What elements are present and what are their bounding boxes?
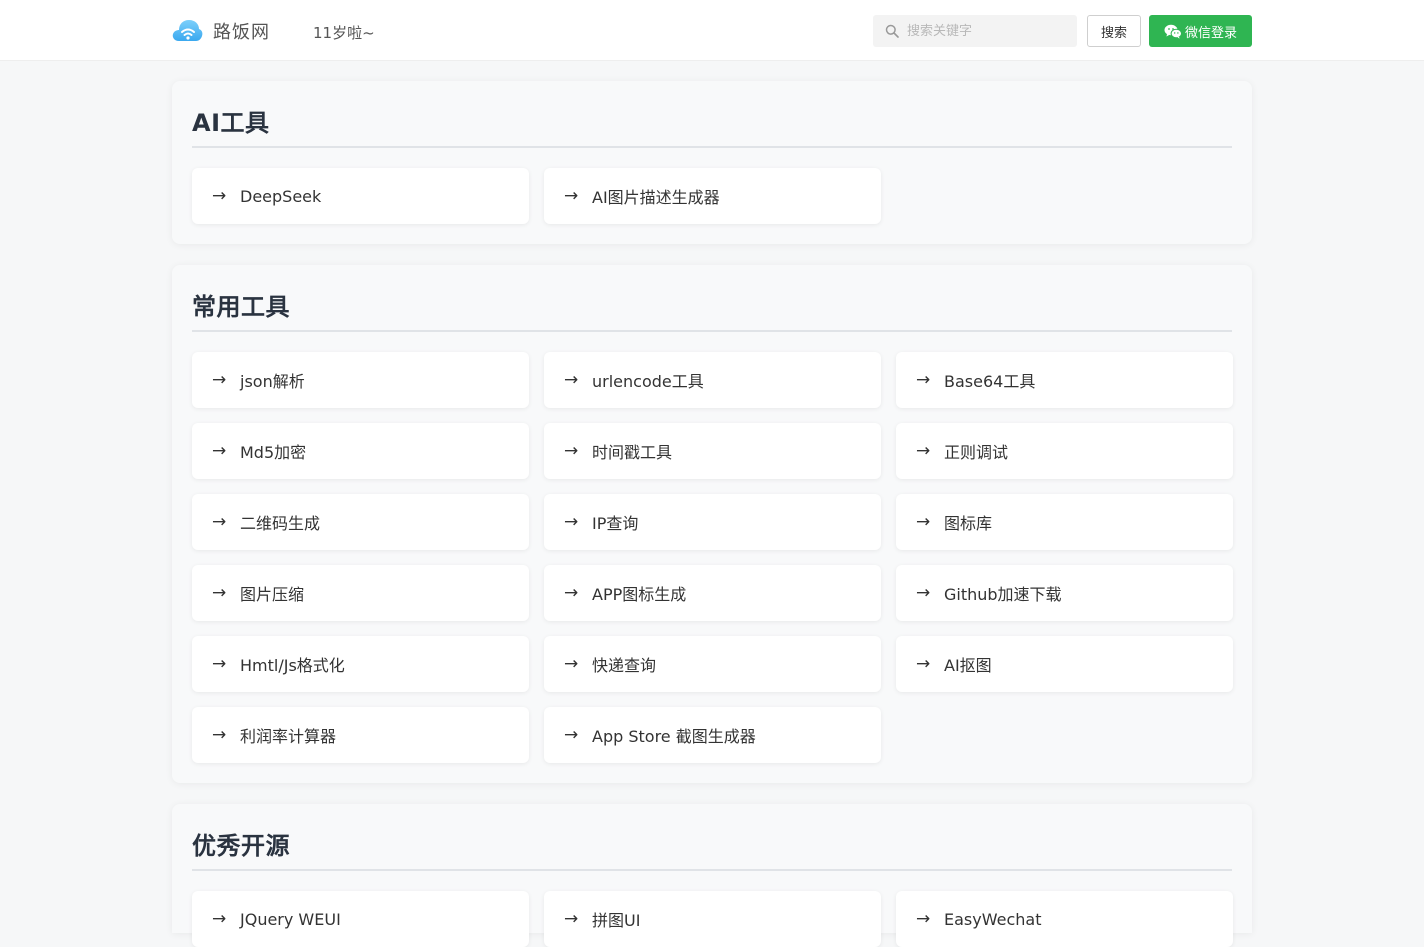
tool-card[interactable]: → AI抠图: [896, 636, 1233, 692]
arrow-right-icon: →: [212, 654, 227, 674]
arrow-right-icon: →: [212, 583, 227, 603]
tool-label: 拼图UI: [592, 911, 641, 930]
arrow-right-icon: →: [212, 725, 227, 745]
site-logo[interactable]: 路饭网: [171, 14, 270, 47]
tool-grid: → JQuery WEUI → 拼图UI → EasyWechat: [192, 891, 1233, 947]
arrow-right-icon: →: [212, 186, 227, 206]
arrow-right-icon: →: [212, 512, 227, 532]
arrow-right-icon: →: [564, 186, 579, 206]
tool-card[interactable]: → Md5加密: [192, 423, 529, 479]
cloud-wifi-icon: [172, 20, 203, 41]
section-divider: [192, 146, 1232, 148]
tool-card[interactable]: → 图片压缩: [192, 565, 529, 621]
search-input[interactable]: [907, 17, 1077, 45]
arrow-right-icon: →: [564, 909, 579, 929]
tool-label: App Store 截图生成器: [592, 727, 756, 746]
site-tagline: 11岁啦~: [313, 24, 375, 42]
tool-label: Github加速下载: [944, 585, 1062, 604]
tool-label: EasyWechat: [944, 909, 1042, 929]
tool-card[interactable]: → 图标库: [896, 494, 1233, 550]
tool-card[interactable]: → Base64工具: [896, 352, 1233, 408]
arrow-right-icon: →: [916, 583, 931, 603]
tool-card[interactable]: → urlencode工具: [544, 352, 881, 408]
arrow-right-icon: →: [212, 370, 227, 390]
arrow-right-icon: →: [564, 583, 579, 603]
login-button-label: 微信登录: [1184, 25, 1237, 41]
tool-card[interactable]: → Github加速下载: [896, 565, 1233, 621]
tool-label: 图片压缩: [240, 585, 305, 604]
tool-label: DeepSeek: [240, 186, 322, 206]
arrow-right-icon: →: [212, 909, 227, 929]
tool-grid: → json解析 → urlencode工具 → Base64工具 → Md5加密 → 时…: [192, 352, 1233, 763]
arrow-right-icon: →: [564, 370, 579, 390]
tool-label: Base64工具: [944, 372, 1036, 391]
tool-card[interactable]: → DeepSeek: [192, 168, 529, 224]
arrow-right-icon: →: [916, 909, 931, 929]
section-title: 常用工具: [192, 293, 290, 321]
tool-card[interactable]: → 利润率计算器: [192, 707, 529, 763]
tool-label: 时间戳工具: [592, 443, 673, 462]
tool-card[interactable]: → IP查询: [544, 494, 881, 550]
tool-label: urlencode工具: [592, 372, 704, 391]
tool-card[interactable]: → 正则调试: [896, 423, 1233, 479]
tool-label: AI抠图: [944, 656, 992, 675]
arrow-right-icon: →: [916, 512, 931, 532]
search-button[interactable]: 搜索: [1087, 15, 1141, 47]
tool-card[interactable]: → EasyWechat: [896, 891, 1233, 947]
tool-card[interactable]: → App Store 截图生成器: [544, 707, 881, 763]
top-header: 路饭网 11岁啦~ 搜索 微信登录: [0, 0, 1424, 61]
wechat-icon: [1164, 24, 1182, 39]
tool-label: JQuery WEUI: [240, 909, 341, 929]
tool-label: 正则调试: [944, 443, 1009, 462]
section-divider: [192, 330, 1232, 332]
tool-label: json解析: [240, 372, 305, 391]
section-open-source: 优秀开源 → JQuery WEUI → 拼图UI → EasyWechat: [172, 804, 1252, 947]
arrow-right-icon: →: [564, 654, 579, 674]
logo-text: 路饭网: [213, 21, 270, 43]
section-common-tools: 常用工具 → json解析 → urlencode工具 → Base64工具 → Md5…: [172, 265, 1252, 783]
tool-label: AI图片描述生成器: [592, 188, 720, 207]
tool-label: 二维码生成: [240, 514, 321, 533]
search-icon: [885, 24, 899, 38]
section-title: 优秀开源: [192, 832, 290, 860]
tool-label: 图标库: [944, 514, 993, 533]
arrow-right-icon: →: [212, 441, 227, 461]
tool-label: Md5加密: [240, 443, 307, 462]
tool-card[interactable]: → 快递查询: [544, 636, 881, 692]
arrow-right-icon: →: [564, 725, 579, 745]
wechat-login-button[interactable]: 微信登录: [1149, 15, 1252, 47]
tool-card[interactable]: → json解析: [192, 352, 529, 408]
search-box[interactable]: [873, 15, 1077, 47]
section-title: AI工具: [192, 109, 270, 137]
arrow-right-icon: →: [916, 441, 931, 461]
arrow-right-icon: →: [564, 512, 579, 532]
tool-card[interactable]: → Hmtl/Js格式化: [192, 636, 529, 692]
tool-card[interactable]: → APP图标生成: [544, 565, 881, 621]
tool-label: APP图标生成: [592, 585, 687, 604]
arrow-right-icon: →: [564, 441, 579, 461]
arrow-right-icon: →: [916, 370, 931, 390]
section-divider: [192, 869, 1232, 871]
tool-label: Hmtl/Js格式化: [240, 656, 345, 675]
tool-grid: → DeepSeek → AI图片描述生成器: [192, 168, 1232, 224]
tool-label: 利润率计算器: [240, 727, 337, 746]
tool-label: 快递查询: [592, 656, 657, 675]
tool-card[interactable]: → 拼图UI: [544, 891, 881, 947]
arrow-right-icon: →: [916, 654, 931, 674]
tool-label: IP查询: [592, 514, 639, 533]
tool-card[interactable]: → JQuery WEUI: [192, 891, 529, 947]
tool-card[interactable]: → 二维码生成: [192, 494, 529, 550]
section-ai-tools: AI工具 → DeepSeek → AI图片描述生成器: [172, 81, 1252, 244]
tool-card[interactable]: → AI图片描述生成器: [544, 168, 881, 224]
tool-card[interactable]: → 时间戳工具: [544, 423, 881, 479]
